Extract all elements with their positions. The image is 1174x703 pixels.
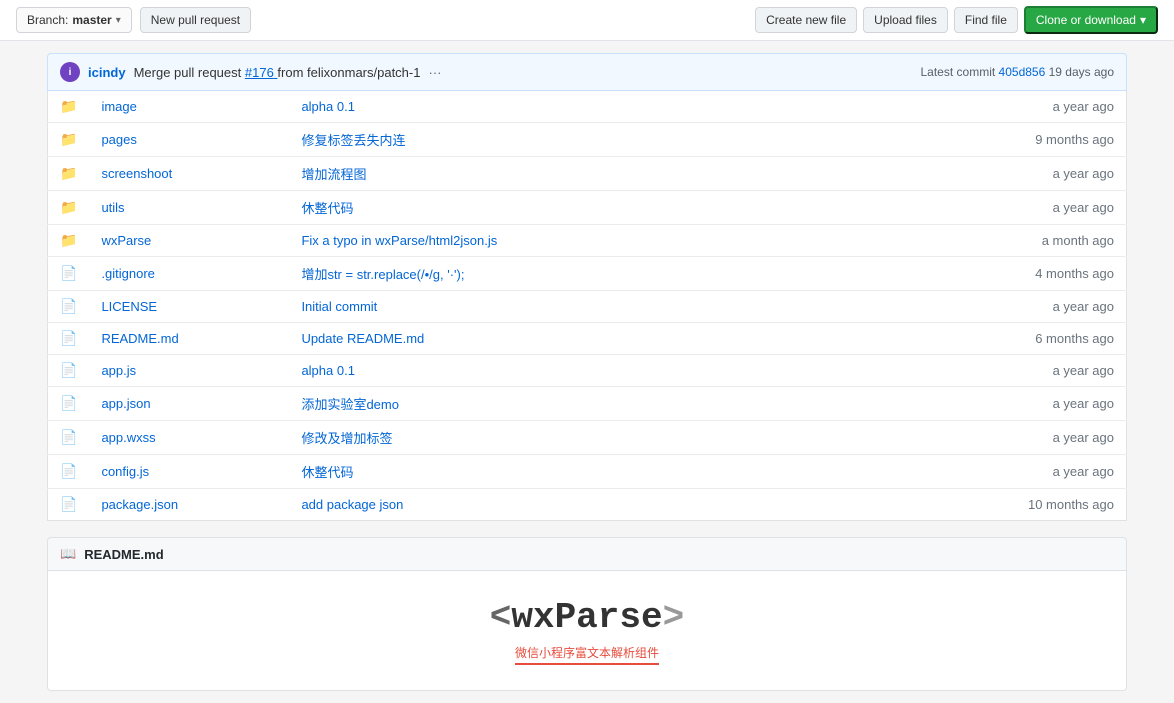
commit-message-link[interactable]: 增加str = str.replace(/•/g, '·');	[301, 267, 464, 282]
new-pr-button[interactable]: New pull request	[140, 7, 251, 33]
folder-icon: 📁	[60, 131, 77, 147]
file-link[interactable]: wxParse	[101, 233, 151, 248]
table-row: 📄 config.js 休整代码 a year ago	[48, 455, 1127, 489]
wxparse-subtitle: 微信小程序富文本解析组件	[515, 644, 659, 665]
repo-content: i icindy Merge pull request #176 from fe…	[47, 41, 1127, 703]
file-table: 📁 image alpha 0.1 a year ago 📁 pages 修复标…	[47, 91, 1127, 521]
file-time: a year ago	[846, 387, 1126, 421]
chevron-down-icon: ▾	[116, 15, 121, 26]
commit-message-link[interactable]: 修复标签丢失内连	[301, 133, 405, 148]
avatar: i	[60, 62, 80, 82]
branch-selector[interactable]: Branch: master ▾	[16, 7, 132, 33]
readme-book-icon: 📖	[60, 546, 76, 562]
file-icon: 📄	[60, 265, 77, 281]
file-link[interactable]: pages	[101, 132, 136, 147]
commit-message: Merge pull request #176 from felixonmars…	[134, 65, 421, 80]
folder-icon: 📁	[60, 232, 77, 248]
file-time: a year ago	[846, 355, 1126, 387]
commit-message-link[interactable]: Update README.md	[301, 331, 424, 346]
table-row: 📄 app.js alpha 0.1 a year ago	[48, 355, 1127, 387]
branch-name: master	[72, 13, 111, 27]
file-link[interactable]: app.wxss	[101, 430, 155, 445]
commit-author[interactable]: icindy	[88, 65, 126, 80]
file-time: a year ago	[846, 291, 1126, 323]
commit-message-link[interactable]: 增加流程图	[301, 167, 366, 182]
table-row: 📄 README.md Update README.md 6 months ag…	[48, 323, 1127, 355]
file-time: a year ago	[846, 455, 1126, 489]
commit-message-link[interactable]: 休整代码	[301, 465, 353, 480]
commit-message-link[interactable]: add package json	[301, 497, 403, 512]
readme-bar: 📖 README.md	[47, 537, 1127, 571]
file-time: 10 months ago	[846, 489, 1126, 521]
latest-commit: Latest commit 405d856 19 days ago	[921, 65, 1115, 79]
pr-link[interactable]: #176	[245, 65, 278, 80]
commit-bar: i icindy Merge pull request #176 from fe…	[47, 53, 1127, 91]
table-row: 📁 image alpha 0.1 a year ago	[48, 91, 1127, 123]
file-link[interactable]: .gitignore	[101, 266, 154, 281]
file-icon: 📄	[60, 463, 77, 479]
file-time: a month ago	[846, 225, 1126, 257]
file-icon: 📄	[60, 298, 77, 314]
table-row: 📁 screenshoot 增加流程图 a year ago	[48, 157, 1127, 191]
table-row: 📁 utils 休整代码 a year ago	[48, 191, 1127, 225]
table-row: 📄 .gitignore 增加str = str.replace(/•/g, '…	[48, 257, 1127, 291]
file-time: a year ago	[846, 191, 1126, 225]
file-link[interactable]: screenshoot	[101, 166, 172, 181]
file-icon: 📄	[60, 362, 77, 378]
file-time: 4 months ago	[846, 257, 1126, 291]
file-time: a year ago	[846, 421, 1126, 455]
find-file-button[interactable]: Find file	[954, 7, 1018, 33]
file-icon: 📄	[60, 429, 77, 445]
table-row: 📄 LICENSE Initial commit a year ago	[48, 291, 1127, 323]
upload-files-button[interactable]: Upload files	[863, 7, 948, 33]
file-icon: 📄	[60, 496, 77, 512]
toolbar-left: Branch: master ▾ New pull request	[16, 7, 251, 33]
table-row: 📁 wxParse Fix a typo in wxParse/html2jso…	[48, 225, 1127, 257]
file-icon: 📄	[60, 330, 77, 346]
file-time: 6 months ago	[846, 323, 1126, 355]
file-time: a year ago	[846, 157, 1126, 191]
commit-message-link[interactable]: 添加实验室demo	[301, 397, 399, 412]
file-link[interactable]: package.json	[101, 497, 178, 512]
table-row: 📁 pages 修复标签丢失内连 9 months ago	[48, 123, 1127, 157]
commit-message-link[interactable]: 休整代码	[301, 201, 353, 216]
commit-message-link[interactable]: 修改及增加标签	[301, 431, 392, 446]
clone-download-button[interactable]: Clone or download ▾	[1024, 6, 1158, 34]
branch-label: Branch:	[27, 13, 68, 27]
wxparse-logo: <wxParse>	[490, 597, 684, 638]
create-file-button[interactable]: Create new file	[755, 7, 857, 33]
file-link[interactable]: app.js	[101, 363, 136, 378]
file-link[interactable]: image	[101, 99, 136, 114]
readme-title: README.md	[84, 547, 163, 562]
file-link[interactable]: utils	[101, 200, 124, 215]
commit-message-link[interactable]: alpha 0.1	[301, 363, 355, 378]
readme-body: <wxParse> 微信小程序富文本解析组件	[47, 571, 1127, 691]
toolbar-right: Create new file Upload files Find file C…	[755, 6, 1158, 34]
folder-icon: 📁	[60, 199, 77, 215]
clone-label: Clone or download	[1036, 13, 1136, 27]
commit-message-link[interactable]: Fix a typo in wxParse/html2json.js	[301, 233, 497, 248]
commit-hash-link[interactable]: 405d856	[999, 65, 1049, 79]
file-link[interactable]: README.md	[101, 331, 178, 346]
toolbar: Branch: master ▾ New pull request Create…	[0, 0, 1174, 41]
folder-icon: 📁	[60, 98, 77, 114]
chevron-down-icon: ▾	[1140, 13, 1146, 27]
table-row: 📄 package.json add package json 10 month…	[48, 489, 1127, 521]
more-button[interactable]: ···	[428, 65, 441, 80]
file-time: a year ago	[846, 91, 1126, 123]
file-icon: 📄	[60, 395, 77, 411]
file-link[interactable]: LICENSE	[101, 299, 157, 314]
commit-message-link[interactable]: Initial commit	[301, 299, 377, 314]
table-row: 📄 app.json 添加实验室demo a year ago	[48, 387, 1127, 421]
folder-icon: 📁	[60, 165, 77, 181]
file-link[interactable]: config.js	[101, 464, 149, 479]
commit-message-link[interactable]: alpha 0.1	[301, 99, 355, 114]
table-row: 📄 app.wxss 修改及增加标签 a year ago	[48, 421, 1127, 455]
file-time: 9 months ago	[846, 123, 1126, 157]
file-link[interactable]: app.json	[101, 396, 150, 411]
